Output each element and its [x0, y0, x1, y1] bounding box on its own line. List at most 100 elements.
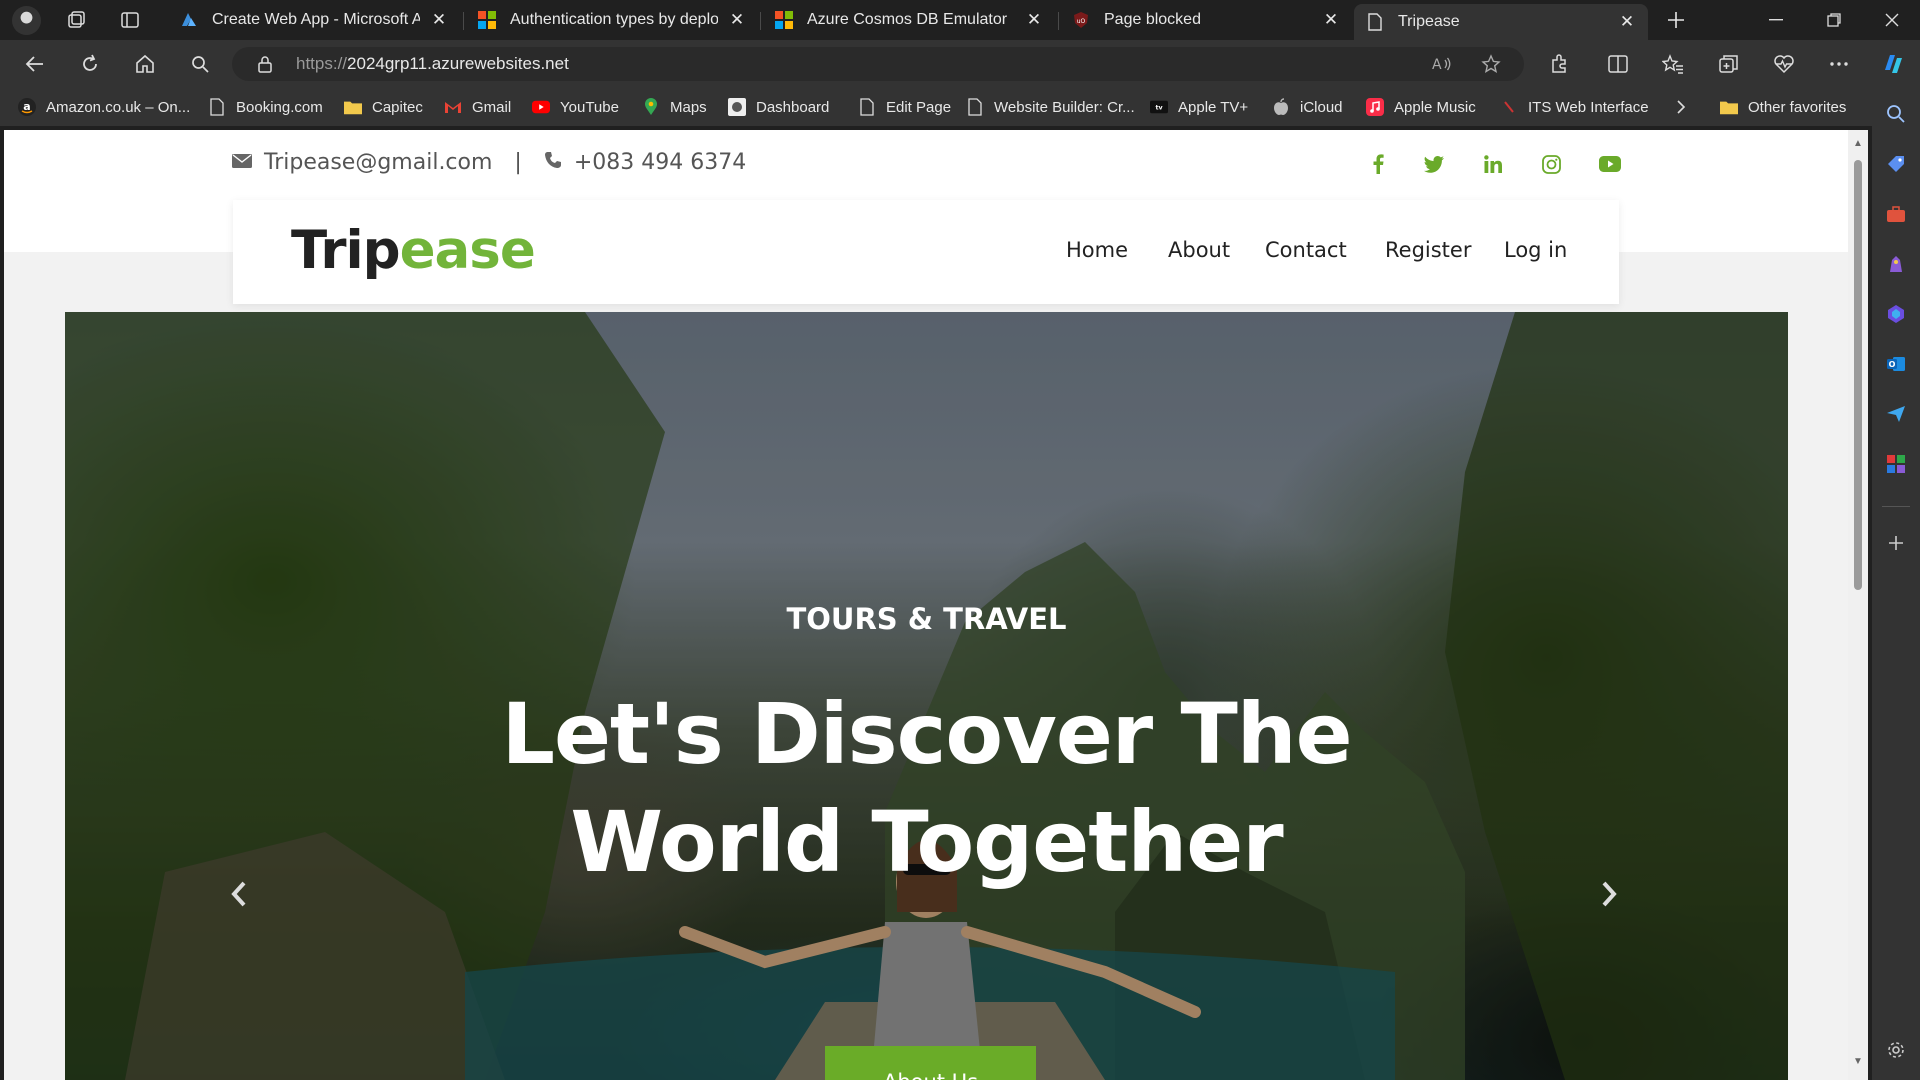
add-sidebar-app-icon[interactable] — [1884, 531, 1908, 555]
site-logo[interactable]: Tripease — [291, 220, 536, 281]
close-tab-icon[interactable]: ✕ — [728, 10, 746, 30]
outlook-icon[interactable]: O — [1884, 352, 1908, 376]
bookmark-other-favorites[interactable]: Other favorites — [1720, 97, 1846, 117]
appletv-icon: tv — [1150, 98, 1168, 116]
svg-text:uO: uO — [1077, 18, 1086, 25]
svg-text:a: a — [23, 100, 30, 113]
tab-auth-types[interactable]: Authentication types by deployment ✕ — [466, 4, 758, 36]
read-aloud-icon[interactable]: A — [1432, 55, 1452, 78]
tab-tripease-active[interactable]: Tripease ✕ — [1354, 4, 1648, 40]
page-icon — [208, 98, 226, 116]
more-options-icon[interactable] — [1824, 50, 1854, 78]
collections-icon[interactable] — [1714, 50, 1744, 78]
facebook-icon[interactable] — [1366, 152, 1390, 176]
close-tab-icon[interactable]: ✕ — [1322, 10, 1340, 30]
tab-divider — [463, 12, 464, 30]
bookmarks-overflow-chevron-icon[interactable] — [1676, 97, 1686, 117]
nav-register[interactable]: Register — [1385, 238, 1471, 262]
contact-divider: | — [514, 150, 522, 175]
address-bar[interactable]: https://2024grp11.azurewebsites.net A — [232, 47, 1524, 81]
tools-briefcase-icon[interactable] — [1884, 202, 1908, 226]
drop-send-icon[interactable] — [1884, 402, 1908, 426]
bookmark-capitec[interactable]: Capitec — [344, 97, 423, 117]
nav-login[interactable]: Log in — [1504, 238, 1567, 262]
carousel-prev-icon[interactable] — [224, 874, 254, 914]
tab-cosmos-emulator[interactable]: Azure Cosmos DB Emulator ✕ — [763, 4, 1055, 36]
scrollbar-thumb[interactable] — [1854, 160, 1862, 590]
bookmark-its-web[interactable]: ITS Web Interface — [1500, 97, 1649, 117]
bookmark-amazon[interactable]: a Amazon.co.uk – On... — [18, 97, 190, 117]
favorite-star-icon[interactable] — [1481, 54, 1501, 79]
extensions-icon[interactable] — [1544, 50, 1574, 78]
contact-phone[interactable]: +083 494 6374 — [574, 150, 746, 175]
about-us-button[interactable]: About Us — [825, 1046, 1036, 1080]
home-icon[interactable] — [130, 50, 160, 78]
contact-email[interactable]: Tripease@gmail.com — [264, 150, 492, 175]
tab-label: Create Web App - Microsoft Azure — [212, 11, 420, 28]
instagram-icon[interactable] — [1539, 152, 1563, 176]
office-apps-icon[interactable] — [1884, 452, 1908, 476]
workspaces-icon[interactable] — [64, 8, 88, 32]
phone-icon — [544, 150, 562, 175]
minimize-icon[interactable] — [1756, 8, 1796, 32]
sidebar-settings-gear-icon[interactable] — [1884, 1038, 1908, 1062]
browser-essentials-icon[interactable] — [1769, 50, 1799, 78]
restore-icon[interactable] — [1814, 8, 1854, 32]
close-window-icon[interactable] — [1872, 8, 1912, 32]
tab-page-blocked[interactable]: uO Page blocked ✕ — [1060, 4, 1352, 36]
shopping-tag-icon[interactable] — [1884, 152, 1908, 176]
folder-icon — [344, 98, 362, 116]
nav-home[interactable]: Home — [1066, 238, 1128, 262]
close-tab-icon[interactable]: ✕ — [430, 10, 448, 30]
new-tab-icon[interactable] — [1664, 8, 1688, 32]
nav-about[interactable]: About — [1168, 238, 1230, 262]
refresh-icon[interactable] — [75, 50, 105, 78]
bookmark-apple-music[interactable]: Apple Music — [1366, 97, 1476, 117]
bookmark-dashboard[interactable]: Dashboard — [728, 97, 829, 117]
scroll-up-icon[interactable]: ▲ — [1852, 138, 1864, 149]
amazon-icon: a — [18, 98, 36, 116]
apple-icon — [1272, 98, 1290, 116]
nav-contact[interactable]: Contact — [1265, 238, 1347, 262]
edge-sidebar: O — [1872, 88, 1920, 1080]
bookmark-youtube[interactable]: YouTube — [532, 97, 619, 117]
bookmark-icloud[interactable]: iCloud — [1272, 97, 1343, 117]
tab-label: Page blocked — [1104, 11, 1201, 28]
sidebar-search-icon[interactable] — [1884, 102, 1908, 126]
linkedin-icon[interactable] — [1481, 152, 1505, 176]
close-tab-icon[interactable]: ✕ — [1618, 12, 1636, 32]
bookmark-edit-page[interactable]: Edit Page — [858, 97, 951, 117]
bookmark-apple-tv[interactable]: tv Apple TV+ — [1150, 97, 1248, 117]
tab-azure-webapp[interactable]: Create Web App - Microsoft Azure ✕ — [168, 4, 460, 36]
back-icon[interactable] — [20, 50, 50, 78]
microsoft-365-icon[interactable] — [1884, 302, 1908, 326]
favorites-icon[interactable] — [1658, 50, 1688, 78]
lock-icon[interactable] — [257, 55, 273, 78]
tab-actions-icon[interactable] — [118, 8, 142, 32]
copilot-icon[interactable] — [1876, 50, 1910, 78]
bookmark-gmail[interactable]: Gmail — [444, 97, 511, 117]
search-icon[interactable] — [185, 50, 215, 78]
page-scrollbar[interactable]: ▲ ▼ — [1848, 130, 1868, 1080]
hero-headline: Let's Discover The World Together — [65, 680, 1788, 896]
hero-kicker: TOURS & TRAVEL — [786, 602, 1067, 636]
svg-text:A: A — [1432, 57, 1442, 73]
games-icon[interactable] — [1884, 252, 1908, 276]
profile-avatar[interactable] — [12, 6, 41, 35]
close-tab-icon[interactable]: ✕ — [1025, 10, 1043, 30]
split-screen-icon[interactable] — [1603, 50, 1633, 78]
bookmarks-bar: a Amazon.co.uk – On... Booking.com Capite… — [0, 88, 1872, 126]
tab-label: Tripease — [1398, 13, 1460, 30]
bookmark-booking[interactable]: Booking.com — [208, 97, 323, 117]
bookmark-maps[interactable]: Maps — [642, 97, 707, 117]
bookmark-website-builder[interactable]: Website Builder: Cr... — [966, 97, 1135, 117]
scroll-down-icon[interactable]: ▼ — [1852, 1056, 1864, 1067]
apple-music-icon — [1366, 98, 1384, 116]
twitter-icon[interactable] — [1422, 152, 1446, 176]
url-text: https://2024grp11.azurewebsites.net — [296, 54, 569, 73]
main-navbar: Tripease Home About Contact Register Log… — [233, 200, 1619, 304]
contact-info: Tripease@gmail.com | +083 494 6374 — [232, 150, 746, 175]
carousel-next-icon[interactable] — [1594, 874, 1624, 914]
page-icon — [966, 98, 984, 116]
youtube-social-icon[interactable] — [1598, 152, 1622, 176]
